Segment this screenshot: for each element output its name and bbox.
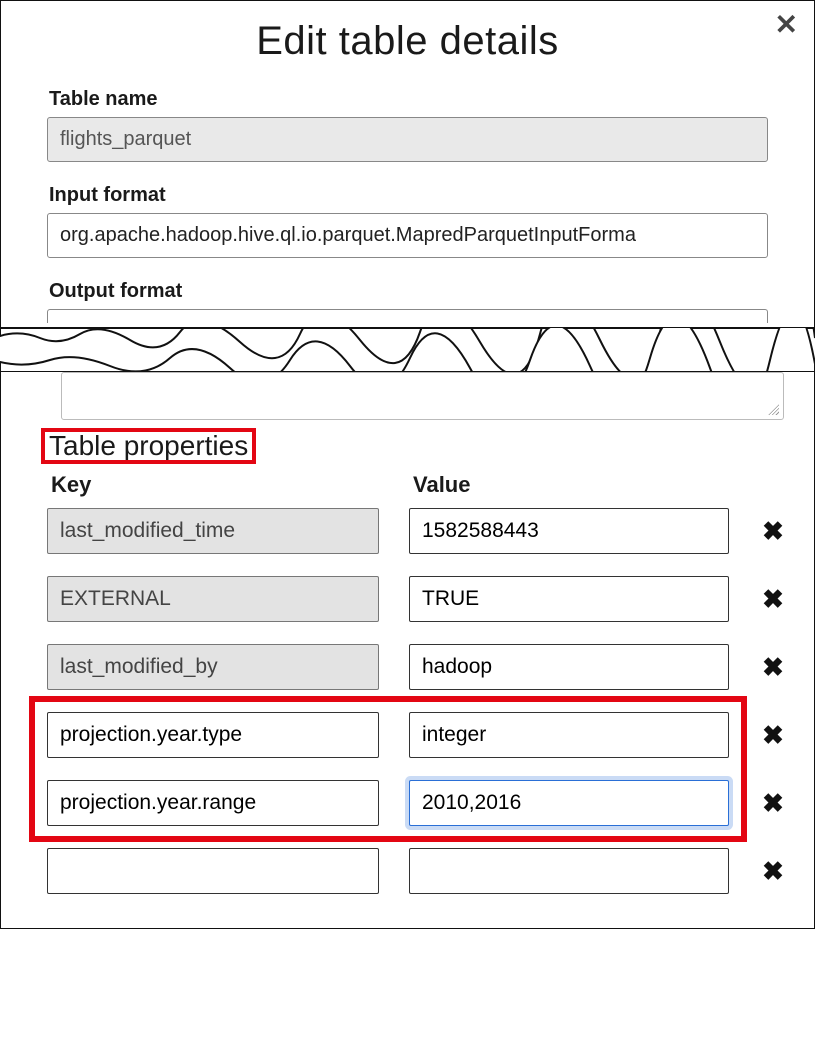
property-row: ✖ bbox=[47, 644, 790, 690]
table-name-label: Table name bbox=[49, 88, 768, 111]
edit-table-dialog: ✕ Edit table details Table name Input fo… bbox=[0, 0, 815, 328]
property-key-input[interactable] bbox=[47, 644, 379, 690]
delete-row-icon[interactable]: ✖ bbox=[759, 584, 787, 615]
property-key-input[interactable] bbox=[47, 508, 379, 554]
property-row: ✖ bbox=[47, 848, 790, 894]
property-row: ✖ bbox=[47, 712, 790, 758]
property-row: ✖ bbox=[47, 780, 790, 826]
delete-row-icon[interactable]: ✖ bbox=[759, 720, 787, 751]
torn-edge-separator bbox=[0, 328, 815, 372]
column-header-value: Value bbox=[413, 472, 786, 498]
delete-row-icon[interactable]: ✖ bbox=[759, 788, 787, 819]
property-value-input[interactable] bbox=[409, 508, 729, 554]
delete-row-icon[interactable]: ✖ bbox=[759, 516, 787, 547]
table-properties-panel: Table properties Key Value ✖ ✖ ✖ ✖ ✖ ✖ bbox=[0, 372, 815, 929]
close-icon[interactable]: ✕ bbox=[775, 11, 798, 39]
property-row: ✖ bbox=[47, 576, 790, 622]
input-format-label: Input format bbox=[49, 184, 768, 207]
resize-grip-icon[interactable] bbox=[767, 403, 779, 415]
property-key-input[interactable] bbox=[47, 576, 379, 622]
delete-row-icon[interactable]: ✖ bbox=[759, 652, 787, 683]
property-value-input[interactable] bbox=[409, 576, 729, 622]
output-format-input[interactable] bbox=[47, 309, 768, 323]
property-key-input[interactable] bbox=[47, 848, 379, 894]
output-format-label: Output format bbox=[49, 280, 768, 303]
property-key-input[interactable] bbox=[47, 712, 379, 758]
property-value-input[interactable] bbox=[409, 780, 729, 826]
property-value-input[interactable] bbox=[409, 848, 729, 894]
delete-row-icon[interactable]: ✖ bbox=[759, 856, 787, 887]
property-value-input[interactable] bbox=[409, 712, 729, 758]
property-key-input[interactable] bbox=[47, 780, 379, 826]
input-format-input[interactable] bbox=[47, 213, 768, 258]
column-header-key: Key bbox=[51, 472, 383, 498]
property-row: ✖ bbox=[47, 508, 790, 554]
table-properties-heading: Table properties bbox=[43, 430, 254, 462]
property-value-input[interactable] bbox=[409, 644, 729, 690]
textarea[interactable] bbox=[61, 372, 784, 420]
dialog-title: Edit table details bbox=[29, 19, 786, 64]
table-name-input[interactable] bbox=[47, 117, 768, 162]
